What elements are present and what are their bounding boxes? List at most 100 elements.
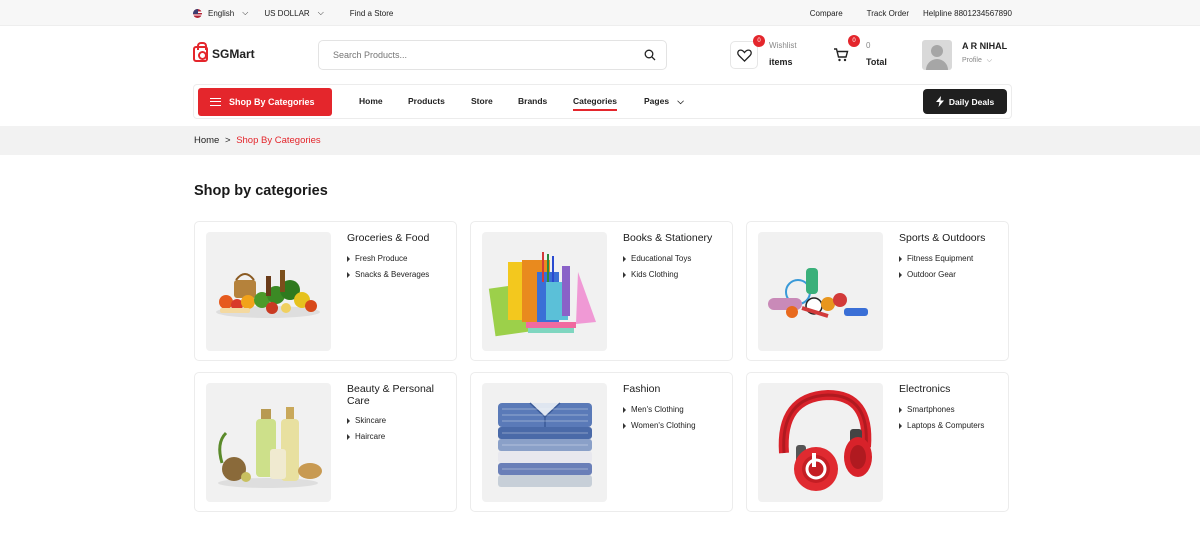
heart-icon: [736, 48, 752, 62]
caret-right-icon: [347, 417, 350, 424]
stationery-image: [482, 232, 607, 351]
category-card-books[interactable]: Books & Stationery Educational Toys Kids…: [470, 221, 733, 361]
category-card-fashion[interactable]: Fashion Men's Clothing Women's Clothing: [470, 372, 733, 512]
caret-right-icon: [899, 406, 902, 413]
search-box: [318, 40, 667, 70]
category-title[interactable]: Groceries & Food: [347, 232, 452, 245]
find-store-link[interactable]: Find a Store: [350, 9, 394, 18]
subcategory-label: Skincare: [355, 416, 387, 425]
user-name[interactable]: A R NIHAL: [962, 41, 1007, 51]
caret-right-icon: [347, 255, 350, 262]
breadcrumb-current: Shop By Categories: [236, 135, 321, 146]
nav-link-brands[interactable]: Brands: [518, 96, 547, 106]
nav-link-products[interactable]: Products: [408, 96, 445, 106]
subcategory-link[interactable]: Outdoor Gear: [899, 270, 956, 279]
subcategory-link[interactable]: Laptops & Computers: [899, 421, 984, 430]
logo-text: SGMart: [212, 47, 255, 61]
subcategory-link[interactable]: Haircare: [347, 432, 385, 441]
track-order-link[interactable]: Track Order: [867, 9, 909, 18]
category-card-groceries[interactable]: Groceries & Food Fresh Produce Snacks & …: [194, 221, 457, 361]
shop-by-categories-label: Shop By Categories: [229, 97, 315, 107]
category-title[interactable]: Electronics: [899, 383, 1004, 396]
category-title[interactable]: Beauty & Personal Care: [347, 383, 452, 407]
cart-badge: 0: [848, 35, 860, 47]
avatar[interactable]: [922, 40, 952, 70]
wishlist-label: Wishlist: [769, 41, 797, 50]
caret-right-icon: [347, 271, 350, 278]
subcategory-link[interactable]: Men's Clothing: [623, 405, 684, 414]
main-nav: Shop By Categories Home Products Store B…: [193, 84, 1012, 119]
breadcrumb-separator: >: [224, 135, 231, 146]
nav-link-pages[interactable]: Pages ⌵: [644, 96, 684, 107]
category-card-sports[interactable]: Sports & Outdoors Fitness Equipment Outd…: [746, 221, 1009, 361]
subcategory-label: Outdoor Gear: [907, 270, 956, 279]
cart-icon: [834, 48, 849, 62]
nav-link-categories[interactable]: Categories: [573, 96, 617, 111]
subcategory-label: Men's Clothing: [631, 405, 684, 414]
subcategory-link[interactable]: Skincare: [347, 416, 386, 425]
caret-right-icon: [623, 406, 626, 413]
subcategory-link[interactable]: Fitness Equipment: [899, 254, 973, 263]
subcategory-label: Fitness Equipment: [907, 254, 974, 263]
nav-link-pages-label: Pages: [644, 96, 670, 106]
chevron-down-icon[interactable]: ⌵: [242, 8, 248, 18]
breadcrumb-bar: Home > Shop By Categories: [0, 126, 1200, 155]
sports-image: [758, 232, 883, 351]
caret-right-icon: [623, 271, 626, 278]
wishlist-items: items: [769, 57, 793, 67]
subcategory-link[interactable]: Educational Toys: [623, 254, 691, 263]
headphones-image: [758, 383, 883, 502]
subcategory-link[interactable]: Smartphones: [899, 405, 955, 414]
search-input[interactable]: [333, 50, 623, 60]
subcategory-label: Fresh Produce: [355, 254, 408, 263]
category-title[interactable]: Sports & Outdoors: [899, 232, 1004, 245]
currency-select[interactable]: US DOLLAR: [264, 9, 309, 18]
subcategory-link[interactable]: Snacks & Beverages: [347, 270, 429, 279]
subcategory-label: Women's Clothing: [631, 421, 696, 430]
daily-deals-button[interactable]: Daily Deals: [923, 89, 1007, 114]
chevron-down-icon[interactable]: ⌵: [318, 8, 324, 18]
category-title[interactable]: Books & Stationery: [623, 232, 728, 245]
logo[interactable]: SGMart: [193, 42, 255, 62]
breadcrumb-home[interactable]: Home: [194, 135, 219, 146]
breadcrumb: Home > Shop By Categories: [194, 135, 321, 146]
subcategory-label: Snacks & Beverages: [355, 270, 430, 279]
subcategory-link[interactable]: Fresh Produce: [347, 254, 407, 263]
wishlist-badge: 0: [753, 35, 765, 47]
nav-link-store[interactable]: Store: [471, 96, 493, 106]
chevron-down-icon: ⌵: [677, 96, 684, 106]
nav-link-home[interactable]: Home: [359, 96, 383, 106]
subcategory-label: Laptops & Computers: [907, 421, 985, 430]
top-bar: English ⌵ US DOLLAR ⌵ Find a Store Compa…: [0, 0, 1200, 26]
category-card-beauty[interactable]: Beauty & Personal Care Skincare Haircare: [194, 372, 457, 512]
cart-total: Total: [866, 57, 887, 67]
caret-right-icon: [623, 422, 626, 429]
subcategory-link[interactable]: Women's Clothing: [623, 421, 696, 430]
compare-link[interactable]: Compare: [810, 9, 843, 18]
category-card-electronics[interactable]: Electronics Smartphones Laptops & Comput…: [746, 372, 1009, 512]
caret-right-icon: [899, 422, 902, 429]
us-flag-icon: [193, 8, 202, 18]
shop-by-categories-button[interactable]: Shop By Categories: [198, 88, 332, 116]
shopping-bag-icon: [193, 42, 208, 62]
daily-deals-label: Daily Deals: [948, 96, 995, 107]
search-icon[interactable]: [644, 49, 656, 61]
site-header: SGMart 0 Wishlist items 0 0 Total A R NI…: [0, 26, 1200, 84]
groceries-image: [206, 232, 331, 351]
cart-label: 0: [866, 41, 871, 50]
menu-icon: [210, 98, 221, 106]
subcategory-label: Haircare: [355, 432, 386, 441]
category-title[interactable]: Fashion: [623, 383, 728, 396]
language-select[interactable]: English: [208, 9, 234, 18]
caret-right-icon: [899, 271, 902, 278]
subcategory-label: Smartphones: [907, 405, 955, 414]
caret-right-icon: [347, 433, 350, 440]
beauty-image: [206, 383, 331, 502]
profile-menu[interactable]: Profile ⌵: [962, 57, 992, 65]
profile-label: Profile: [962, 57, 982, 64]
subcategory-link[interactable]: Kids Clothing: [623, 270, 678, 279]
caret-right-icon: [899, 255, 902, 262]
page-title: Shop by categories: [194, 183, 328, 199]
subcategory-label: Kids Clothing: [631, 270, 679, 279]
lightning-icon: [935, 96, 944, 107]
